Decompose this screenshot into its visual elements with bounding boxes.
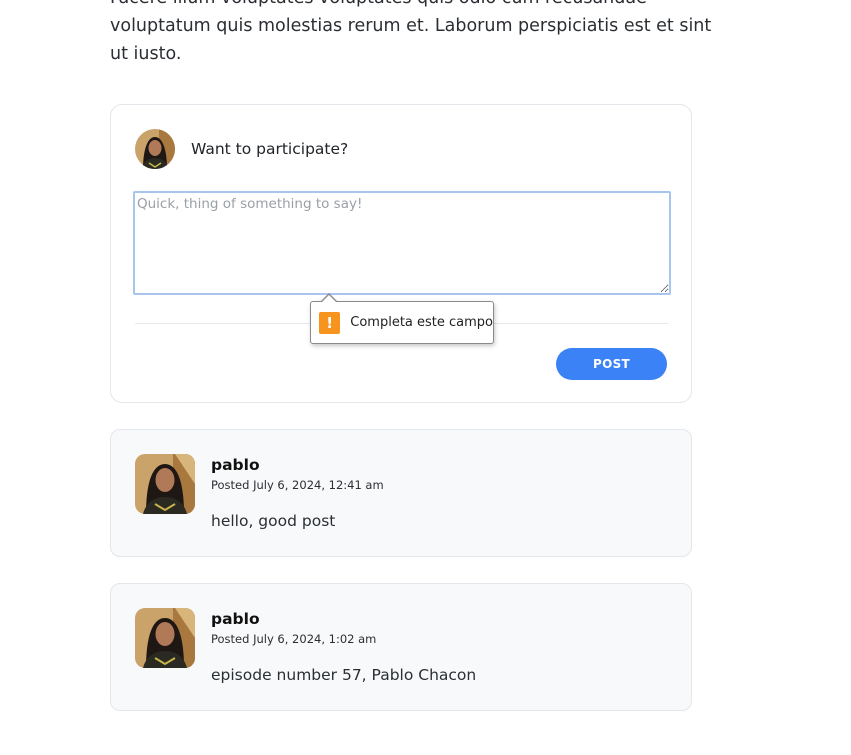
post-page: Facere illum voluptates voluptates quis …	[0, 0, 851, 755]
comment-body: episode number 57, Pablo Chacon	[211, 666, 477, 684]
comment-author[interactable]: pablo	[211, 610, 260, 628]
validation-message: Completa este campo	[350, 315, 493, 330]
comment-body: hello, good post	[211, 512, 336, 530]
comment-textarea[interactable]	[133, 191, 671, 295]
comment-date: Posted July 6, 2024, 12:41 am	[211, 478, 384, 492]
comment-composer: Want to participate? POST	[110, 104, 692, 403]
article-line: Facere illum voluptates voluptates quis …	[110, 0, 700, 12]
post-button[interactable]: POST	[556, 348, 667, 380]
warning-icon: !	[319, 311, 341, 334]
avatar	[135, 129, 175, 169]
validation-tooltip: ! Completa este campo	[310, 293, 494, 344]
comment-date: Posted July 6, 2024, 1:02 am	[211, 632, 377, 646]
comment-card: pablo Posted July 6, 2024, 12:41 am hell…	[110, 429, 692, 557]
composer-prompt: Want to participate?	[191, 140, 349, 158]
article-line: voluptatum quis molestias rerum et. Labo…	[110, 16, 712, 36]
article-body: Facere illum voluptates voluptates quis …	[110, 0, 712, 68]
comment-card: pablo Posted July 6, 2024, 1:02 am episo…	[110, 583, 692, 711]
avatar	[135, 454, 195, 514]
avatar	[135, 608, 195, 668]
composer-header: Want to participate?	[135, 129, 348, 169]
article-line: ut iusto.	[110, 44, 182, 64]
comment-author[interactable]: pablo	[211, 456, 260, 474]
